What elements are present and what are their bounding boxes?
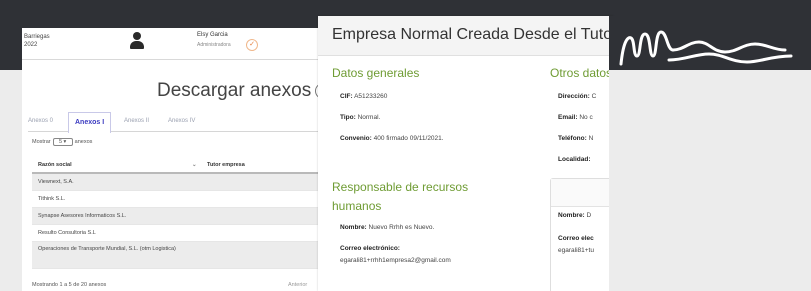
app-header: Barriegas 2022 Elsy Garcia Administrador… xyxy=(22,28,332,60)
empresa-detail-window: Empresa Normal Creada Desde el Tutor Dat… xyxy=(318,16,613,291)
header-left-text: Barriegas 2022 xyxy=(24,33,50,49)
check-badge-icon[interactable]: ✓ xyxy=(246,39,258,51)
tab-anexos-1[interactable]: Anexos I xyxy=(68,112,112,133)
user-name: Elsy Garcia xyxy=(197,32,228,38)
tab-anexos-2[interactable]: Anexos II xyxy=(124,118,149,124)
anexos-table: Razón social ⌄ Tutor empresa Viewnext, S… xyxy=(32,158,332,269)
telefono-label: Teléfono: xyxy=(558,135,587,142)
telefono-field: Teléfono: N xyxy=(558,135,593,142)
anexos-window: Barriegas 2022 Elsy Garcia Administrador… xyxy=(22,28,332,291)
previous-page-link[interactable]: Anterior xyxy=(288,282,307,288)
direccion-value: C xyxy=(591,93,597,100)
table-cell: Operaciones de Transporte Mundial, S.L. … xyxy=(38,246,176,252)
telefono-value: N xyxy=(588,135,594,142)
table-row[interactable]: Operaciones de Transporte Mundial, S.L. … xyxy=(32,242,332,269)
show-suffix: anexos xyxy=(74,139,93,145)
card-nombre-field: Nombre: D xyxy=(558,212,591,219)
direccion-field: Dirección: C xyxy=(558,93,596,100)
email-field: Email: No c xyxy=(558,114,593,121)
cif-field: CIF: A51233260 xyxy=(340,93,387,100)
card-nombre-label: Nombre: xyxy=(558,212,585,219)
col-razon-social[interactable]: Razón social xyxy=(38,162,72,168)
cif-value: A51233260 xyxy=(354,93,388,100)
tipo-value: Normal. xyxy=(357,114,381,121)
table-info: Mostrando 1 a 5 de 20 anexos xyxy=(32,282,107,288)
rrhh-correo-value[interactable]: egarali81+rrhh1empresa2@gmail.com xyxy=(340,257,451,264)
sort-icon[interactable]: ⌄ xyxy=(192,162,197,168)
rrhh-heading-line-2: humanos xyxy=(332,199,382,213)
direccion-label: Dirección: xyxy=(558,93,590,100)
card-correo-label: Correo elec xyxy=(558,235,594,242)
tutor-card-header xyxy=(551,179,613,207)
show-label: Mostrar xyxy=(32,139,51,145)
header-line-1: Barriegas xyxy=(24,34,50,40)
empresa-title: Empresa Normal Creada Desde el Tutor xyxy=(318,16,613,56)
email-value: No c xyxy=(579,114,593,121)
anexos-tabs: Anexos 0 Anexos I Anexos II Anexos IV xyxy=(28,112,328,133)
localidad-label: Localidad: xyxy=(558,156,591,163)
tipo-label: Tipo: xyxy=(340,114,356,121)
card-nombre-value: D xyxy=(586,212,592,219)
header-line-2: 2022 xyxy=(24,42,38,48)
screenshot-stage: Barriegas 2022 Elsy Garcia Administrador… xyxy=(0,0,811,291)
tab-anexos-4[interactable]: Anexos IV xyxy=(168,118,195,124)
email-label: Email: xyxy=(558,114,578,121)
cif-label: CIF: xyxy=(340,93,353,100)
user-role: Administradora xyxy=(197,42,231,48)
convenio-field: Convenio: 400 firmado 09/11/2021. xyxy=(340,135,444,142)
rrhh-nombre-value: Nuevo Rrhh es Nuevo. xyxy=(368,224,435,231)
wave-logo-icon xyxy=(619,30,793,66)
rrhh-correo-label: Correo electrónico: xyxy=(340,245,400,252)
page-title: Descargar anexosi xyxy=(157,80,332,102)
convenio-label: Convenio: xyxy=(340,135,372,142)
page-length-select[interactable]: 5 ▾ xyxy=(52,138,73,146)
page-length-control: Mostrar 5 ▾ anexos xyxy=(32,138,92,146)
localidad-field: Localidad: xyxy=(558,156,591,163)
page-length-value: 5 xyxy=(58,139,63,145)
convenio-value: 400 firmado 09/11/2021. xyxy=(373,135,444,142)
table-row[interactable]: Viewnext, S.A. xyxy=(32,174,332,191)
table-row[interactable]: Tithink S.L. xyxy=(32,191,332,208)
otros-datos-heading: Otros datos xyxy=(550,66,613,80)
brand-logo-tile xyxy=(609,16,811,70)
avatar-icon[interactable] xyxy=(130,32,144,50)
datos-generales-heading: Datos generales xyxy=(332,66,420,80)
tab-anexos-0[interactable]: Anexos 0 xyxy=(28,118,53,124)
rrhh-nombre-field: Nombre: Nuevo Rrhh es Nuevo. xyxy=(340,224,434,231)
rrhh-heading-line-1: Responsable de recursos xyxy=(332,180,469,194)
table-row[interactable]: Synapse Asesores Informaticos S.L. xyxy=(32,208,332,225)
table-header: Razón social ⌄ Tutor empresa xyxy=(32,158,332,174)
table-row[interactable]: Resulto Consultoria S.L xyxy=(32,225,332,242)
card-correo-value: egarali81+tu xyxy=(558,247,594,254)
page-title-text: Descargar anexos xyxy=(157,80,312,101)
rrhh-nombre-label: Nombre: xyxy=(340,224,367,231)
col-tutor-empresa[interactable]: Tutor empresa xyxy=(207,162,245,168)
right-blank-panel xyxy=(609,70,811,291)
tipo-field: Tipo: Normal. xyxy=(340,114,380,121)
